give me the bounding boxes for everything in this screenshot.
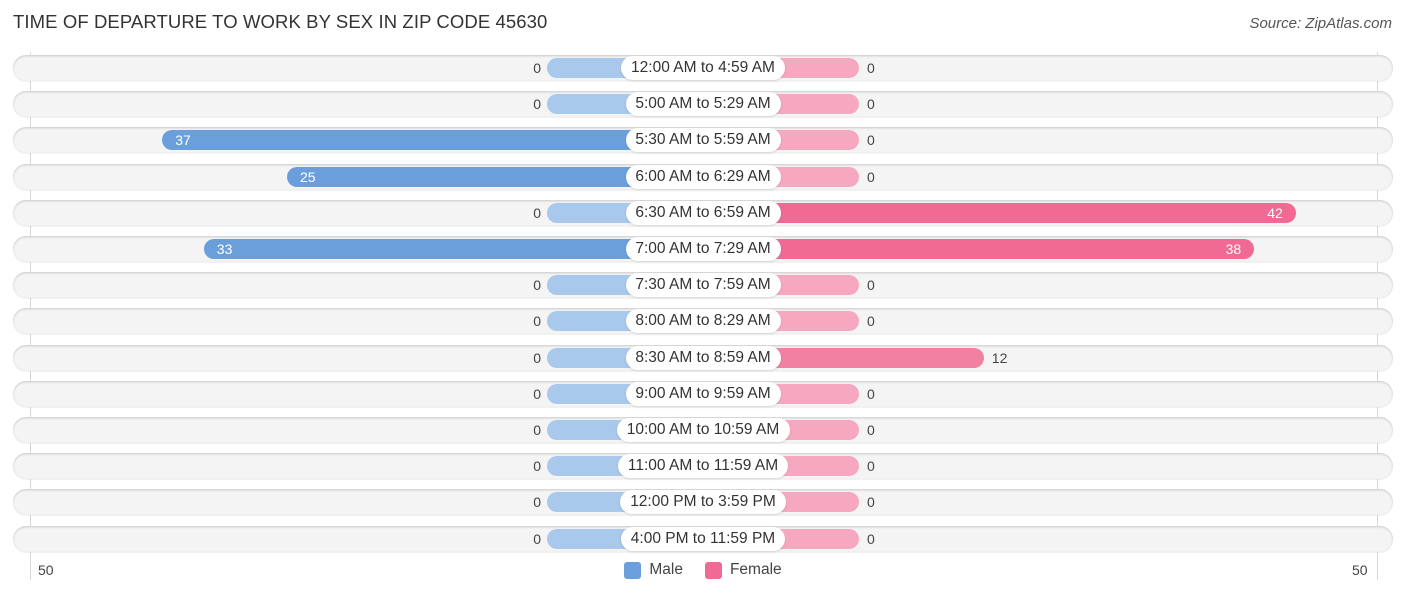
category-label: 6:00 AM to 6:29 AM <box>625 164 781 189</box>
value-label-female: 0 <box>867 132 875 149</box>
legend-item-male: Male <box>624 561 683 579</box>
bar-male <box>162 130 703 151</box>
legend-swatch-male <box>624 561 642 579</box>
value-label-male: 0 <box>533 458 541 475</box>
value-label-female: 0 <box>867 494 875 511</box>
value-label-male: 0 <box>533 313 541 330</box>
value-label-female: 12 <box>991 349 1008 366</box>
category-label: 9:00 AM to 9:59 AM <box>625 381 781 406</box>
value-label-female: 0 <box>867 60 875 76</box>
category-label: 5:30 AM to 5:59 AM <box>625 128 781 153</box>
bar-female <box>703 202 1296 223</box>
value-label-male: 0 <box>533 422 541 438</box>
value-label-male: 0 <box>533 530 541 547</box>
value-label-female: 0 <box>867 313 875 330</box>
value-label-female: 0 <box>867 96 875 113</box>
value-label-female: 0 <box>867 422 875 438</box>
value-label-female: 0 <box>867 385 875 402</box>
category-label: 7:30 AM to 7:59 AM <box>625 273 781 298</box>
bar-female <box>703 239 1255 259</box>
legend-item-female: Female <box>704 561 782 579</box>
category-label: 6:30 AM to 6:59 AM <box>625 200 781 225</box>
category-label: 10:00 AM to 10:59 AM <box>616 418 790 442</box>
value-label-male: 0 <box>533 494 541 511</box>
value-label-male: 0 <box>533 349 541 366</box>
value-label-male: 25 <box>300 168 316 185</box>
value-label-male: 0 <box>533 96 541 113</box>
value-label-female: 0 <box>867 168 875 185</box>
category-label: 11:00 AM to 11:59 AM <box>618 454 788 479</box>
category-label: 4:00 PM to 11:59 PM <box>621 526 785 551</box>
value-label-male: 0 <box>533 204 541 221</box>
value-label-male: 0 <box>533 60 541 76</box>
category-label: 7:00 AM to 7:29 AM <box>625 237 781 261</box>
category-label: 8:30 AM to 8:59 AM <box>625 345 781 370</box>
legend: Male Female <box>0 561 1406 579</box>
category-label: 8:00 AM to 8:29 AM <box>625 309 781 334</box>
value-label-male: 0 <box>533 385 541 402</box>
legend-label-female: Female <box>729 561 782 578</box>
value-label-male: 0 <box>533 277 541 294</box>
value-label-male: 33 <box>216 241 233 257</box>
category-label: 12:00 AM to 4:59 AM <box>621 56 785 80</box>
chart-title: TIME OF DEPARTURE TO WORK BY SEX IN ZIP … <box>13 11 548 32</box>
value-label-male: 37 <box>175 132 191 149</box>
legend-swatch-female <box>704 561 722 579</box>
legend-label-male: Male <box>649 561 683 578</box>
value-label-female: 42 <box>1267 204 1283 221</box>
value-label-female: 0 <box>867 458 875 475</box>
value-label-female: 38 <box>1225 241 1242 257</box>
value-label-female: 0 <box>867 277 875 294</box>
category-label: 12:00 PM to 3:59 PM <box>620 490 786 515</box>
category-label: 5:00 AM to 5:29 AM <box>625 92 781 117</box>
value-label-female: 0 <box>867 530 875 547</box>
source-label: Source: ZipAtlas.com <box>1249 15 1392 32</box>
